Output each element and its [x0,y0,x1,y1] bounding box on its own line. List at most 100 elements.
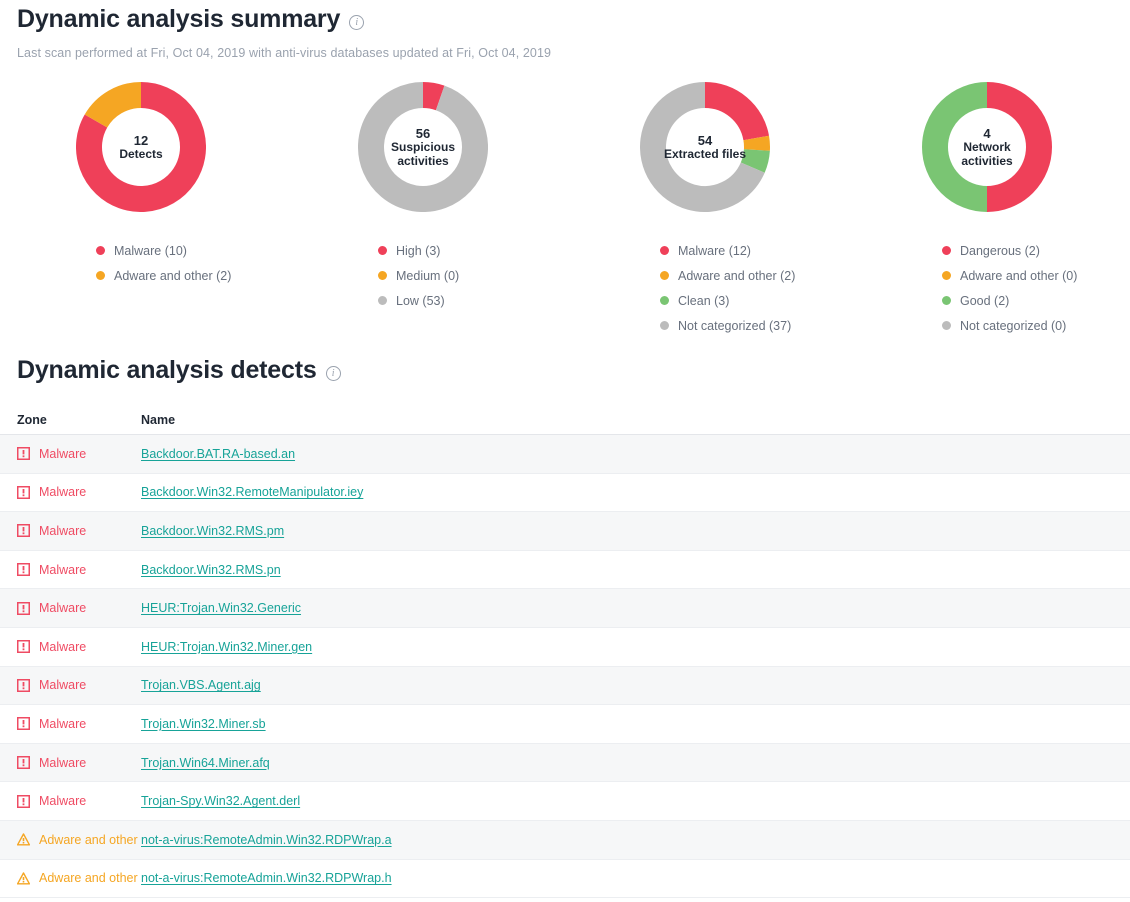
zone-label: Malware [39,485,87,500]
warning-triangle-icon [17,833,30,846]
detect-name-link[interactable]: Backdoor.Win32.RMS.pm [141,524,284,538]
detect-name-link[interactable]: HEUR:Trojan.Win32.Miner.gen [141,640,312,654]
legend-dot-icon [378,246,387,255]
donut-segment[interactable] [740,148,770,173]
detect-name-link[interactable]: Trojan.Win64.Miner.afq [141,756,270,770]
legend-item[interactable]: Malware (10) [96,238,282,263]
legend-item[interactable]: Not categorized (0) [942,313,1128,338]
legend-item[interactable]: Not categorized (37) [660,313,846,338]
donut-chart: 4 Network activities [922,82,1052,212]
name-cell: Backdoor.Win32.RMS.pn [140,563,1130,577]
table-row[interactable]: Malware HEUR:Trojan.Win32.Miner.gen [0,628,1130,667]
column-header-zone: Zone [17,413,47,427]
legend-item[interactable]: Medium (0) [378,263,564,288]
donut-segment[interactable] [84,82,142,129]
table-row[interactable]: Malware Trojan.Win64.Miner.afq [0,743,1130,783]
zone-label: Malware [39,639,87,654]
legend-label: Adware and other (2) [114,268,232,283]
donut-chart: 12 Detects [76,82,206,212]
table-row[interactable]: Malware HEUR:Trojan.Win32.Generic [0,589,1130,628]
legend-item[interactable]: Adware and other (2) [96,263,282,288]
zone-label: Malware [39,755,87,770]
zone-cell: Malware [0,447,140,461]
legend-item[interactable]: Good (2) [942,288,1128,313]
legend-dot-icon [942,271,951,280]
zone-label: Malware [39,523,87,538]
error-square-icon [17,640,30,654]
donut-card: 4 Network activities Dangerous (2) Adware an… [846,82,1128,338]
table-row[interactable]: Malware Backdoor.Win32.RemoteManipulator.… [0,474,1130,513]
detect-name-link[interactable]: not-a-virus:RemoteAdmin.Win32.RDPWrap.h [141,871,392,885]
error-square-icon [17,563,30,577]
name-cell: Trojan.VBS.Agent.ajg [140,678,1130,692]
info-icon[interactable]: i [325,366,341,381]
legend-dot-icon [942,321,951,330]
detect-name-link[interactable]: HEUR:Trojan.Win32.Generic [141,601,301,615]
error-square-icon [17,756,30,770]
detect-name-link[interactable]: Trojan.VBS.Agent.ajg [141,678,261,692]
donut-segment[interactable] [986,82,1052,212]
error-square-icon [17,717,30,731]
donut-card: 54 Extracted files Malware (12) Adware and … [564,82,846,338]
detect-name-link[interactable]: Backdoor.BAT.RA-based.an [141,447,295,461]
name-cell: Backdoor.BAT.RA-based.an [140,447,1130,461]
legend-item[interactable]: Malware (12) [660,238,846,263]
zone-cell: Malware [0,756,140,770]
detect-name-link[interactable]: Trojan.Win32.Miner.sb [141,717,266,731]
donut-segment[interactable] [358,82,488,212]
table-row[interactable]: Malware Backdoor.Win32.RMS.pm [0,512,1130,551]
donut-card: 56 Suspicious activities High (3) Medium (0)… [282,82,564,338]
legend-item[interactable]: Adware and other (0) [942,263,1128,288]
detect-name-link[interactable]: Backdoor.Win32.RemoteManipulator.iey [141,485,363,499]
legend-item[interactable]: High (3) [378,238,564,263]
legend-label: Not categorized (0) [960,318,1067,333]
legend-dot-icon [96,271,105,280]
name-cell: not-a-virus:RemoteAdmin.Win32.RDPWrap.a [140,833,1130,847]
donut-segment[interactable] [922,82,988,212]
legend-dot-icon [378,271,387,280]
page-title: Dynamic analysis summary i [17,5,365,34]
info-icon[interactable]: i [349,15,365,30]
donut-chart: 56 Suspicious activities [358,82,488,212]
table-row[interactable]: Adware and other not-a-virus:RemoteAdmin.… [0,860,1130,899]
table-row[interactable]: Adware and other not-a-virus:RemoteAdmin.… [0,820,1130,860]
table-row[interactable]: Malware Backdoor.Win32.RMS.pn [0,551,1130,590]
zone-cell: Malware [0,717,140,731]
legend-dot-icon [942,296,951,305]
detect-name-link[interactable]: not-a-virus:RemoteAdmin.Win32.RDPWrap.a [141,833,392,847]
donut-legend: High (3) Medium (0) Low (53) [282,238,564,313]
name-cell: Trojan.Win64.Miner.afq [140,756,1130,770]
detect-name-link[interactable]: Trojan-Spy.Win32.Agent.derl [141,794,300,808]
legend-item[interactable]: Low (53) [378,288,564,313]
warning-triangle-icon [17,872,30,885]
error-square-icon [17,678,30,692]
donut-card: 12 Detects Malware (10) Adware and other (2… [0,82,282,338]
detect-name-link[interactable]: Backdoor.Win32.RMS.pn [141,563,281,577]
legend-item[interactable]: Clean (3) [660,288,846,313]
donut-segment[interactable] [422,82,445,111]
zone-label: Malware [39,716,87,731]
zone-label: Malware [39,562,87,577]
table-row[interactable]: Malware Backdoor.BAT.RA-based.an [0,435,1130,474]
legend-dot-icon [660,271,669,280]
donut-segment[interactable] [704,82,770,141]
donut-legend: Malware (12) Adware and other (2) Clean (3… [564,238,846,338]
donut-segment[interactable] [743,135,770,151]
detects-table: Zone Name Malware Backdoor.BAT.RA-based.a… [0,406,1130,899]
name-cell: HEUR:Trojan.Win32.Miner.gen [140,640,1130,654]
error-square-icon [17,601,30,615]
table-header-row: Zone Name [0,406,1130,435]
summary-charts: 12 Detects Malware (10) Adware and other (2… [0,82,1130,338]
zone-label: Malware [39,678,87,693]
table-row[interactable]: Malware Trojan-Spy.Win32.Agent.derl [0,782,1130,821]
error-square-icon [17,524,30,538]
legend-item[interactable]: Adware and other (2) [660,263,846,288]
error-square-icon [17,485,30,499]
column-header-name: Name [141,413,176,427]
table-row[interactable]: Malware Trojan.VBS.Agent.ajg [0,666,1130,706]
donut-legend: Malware (10) Adware and other (2) [0,238,282,288]
table-row[interactable]: Malware Trojan.Win32.Miner.sb [0,705,1130,744]
legend-item[interactable]: Dangerous (2) [942,238,1128,263]
zone-cell: Malware [0,524,140,538]
zone-label: Adware and other [39,871,138,886]
